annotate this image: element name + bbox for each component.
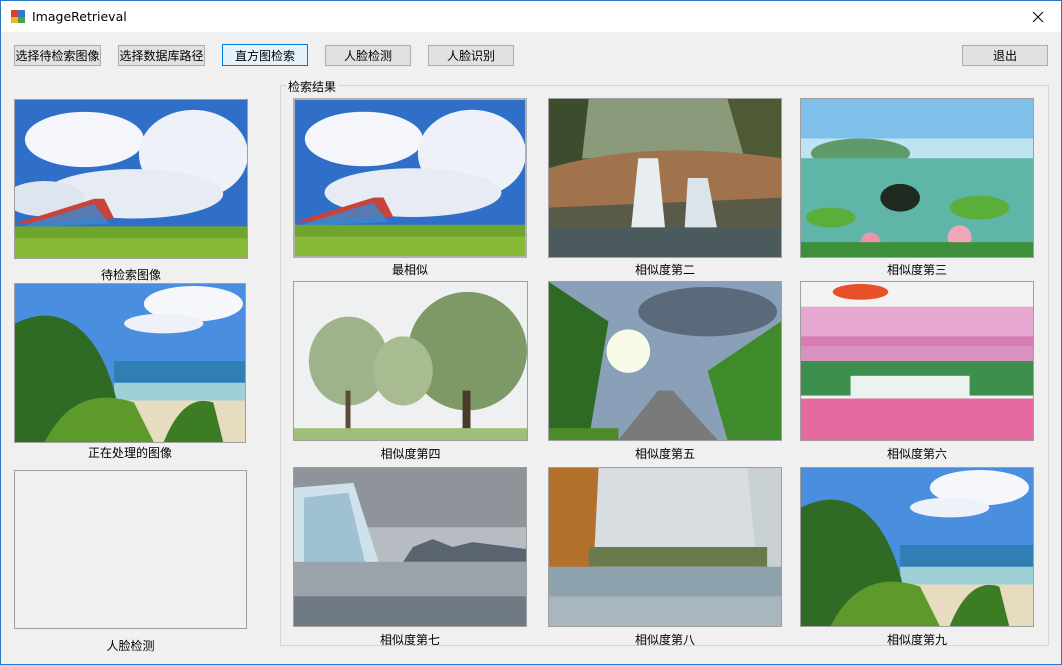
- result-image-7[interactable]: [293, 467, 527, 627]
- result-image-9[interactable]: [800, 467, 1034, 627]
- result-image-4[interactable]: [293, 281, 528, 441]
- query-image: [14, 99, 248, 259]
- exit-button[interactable]: 退出: [962, 45, 1048, 66]
- result-caption-4: 相似度第四: [380, 447, 441, 461]
- result-image-8[interactable]: [548, 467, 782, 627]
- result-caption-7: 相似度第七: [379, 633, 440, 647]
- face-recognition-button[interactable]: 人脸识别: [428, 45, 514, 66]
- face-detection-button[interactable]: 人脸检测: [325, 45, 411, 66]
- close-button[interactable]: [1015, 1, 1061, 32]
- face-detection-image: [14, 470, 247, 629]
- histogram-search-button[interactable]: 直方图检索: [222, 44, 308, 66]
- processing-image-caption: 正在处理的图像: [87, 446, 172, 460]
- result-image-3[interactable]: [800, 98, 1034, 258]
- result-image-5[interactable]: [548, 281, 782, 441]
- app-icon: [11, 10, 25, 23]
- result-caption-1: 最相似: [391, 263, 428, 277]
- select-query-image-button[interactable]: 选择待检索图像: [14, 45, 101, 66]
- result-caption-2: 相似度第二: [634, 263, 695, 277]
- result-caption-6: 相似度第六: [886, 447, 947, 461]
- close-icon: [1032, 11, 1044, 22]
- result-image-1[interactable]: [293, 98, 527, 258]
- result-image-6[interactable]: [800, 281, 1034, 441]
- processing-image: [14, 283, 246, 443]
- results-group-title: 检索结果: [286, 78, 339, 95]
- result-caption-5: 相似度第五: [634, 447, 695, 461]
- face-detection-caption: 人脸检测: [106, 639, 155, 653]
- result-caption-8: 相似度第八: [634, 633, 695, 647]
- select-database-path-button[interactable]: 选择数据库路径: [118, 45, 205, 66]
- result-caption-3: 相似度第三: [886, 263, 947, 277]
- result-caption-9: 相似度第九: [886, 633, 947, 647]
- window-title: ImageRetrieval: [32, 9, 127, 24]
- query-image-caption: 待检索图像: [100, 268, 161, 282]
- result-image-2[interactable]: [548, 98, 782, 258]
- title-bar[interactable]: ImageRetrieval: [1, 1, 1061, 32]
